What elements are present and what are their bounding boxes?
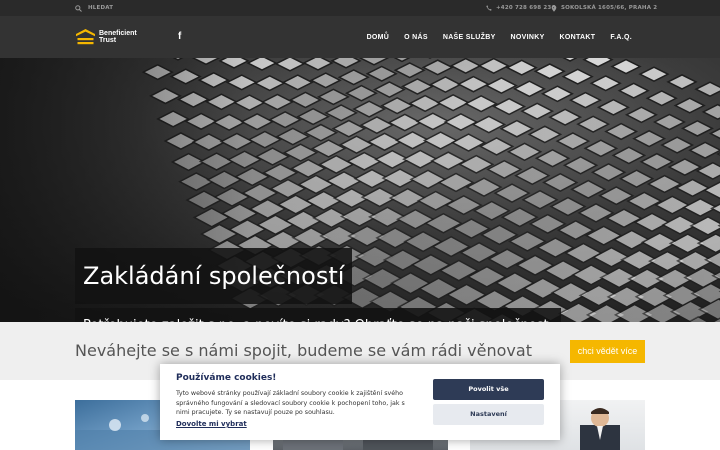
- phone-number: +420 728 698 236: [496, 5, 556, 11]
- cookie-choose-link[interactable]: Dovolte mi vybrat: [176, 420, 247, 428]
- learn-more-button[interactable]: chci vědět více: [570, 340, 645, 363]
- cookie-settings-button[interactable]: Nastavení: [433, 404, 544, 425]
- map-pin-icon: [551, 4, 557, 12]
- contact-strip-text: Neváhejte se s námi spojit, budeme se vá…: [75, 341, 532, 360]
- facebook-icon[interactable]: f: [178, 31, 186, 43]
- cookie-title: Používáme cookies!: [176, 373, 277, 383]
- nav-home[interactable]: DOMŮ: [361, 34, 396, 41]
- address-contact: SOKOLSKÁ 1605/66, PRAHA 2: [551, 0, 657, 16]
- logo-line-1: Beneficient: [99, 30, 137, 37]
- search-label: HLEDAT: [88, 5, 114, 11]
- nav-contact[interactable]: KONTAKT: [554, 34, 602, 41]
- allow-all-button[interactable]: Povolit vše: [433, 379, 544, 400]
- phone-icon: [486, 5, 492, 11]
- hero-title: Zakládání společností: [75, 248, 353, 304]
- page: HLEDAT +420 728 698 236 SOKOLSKÁ 1605/66…: [0, 0, 720, 450]
- logo-line-2: Trust: [99, 37, 117, 44]
- logo-mark-icon: [76, 28, 95, 44]
- main-nav: DOMŮ O NÁS NAŠE SLUŽBY NOVINKY KONTAKT F…: [361, 16, 638, 58]
- cookie-description: Tyto webové stránky používají základní s…: [176, 390, 405, 416]
- nav-services[interactable]: NAŠE SLUŽBY: [437, 34, 502, 41]
- search-trigger[interactable]: HLEDAT: [75, 0, 113, 16]
- nav-news[interactable]: NOVINKY: [505, 34, 551, 41]
- search-icon: [75, 4, 82, 12]
- cookie-consent-dialog: Používáme cookies! Tyto webové stránky p…: [160, 364, 560, 440]
- nav-about[interactable]: O NÁS: [398, 34, 434, 41]
- hero-subtitle: Potřebujete založit s.r.o. a nevíte si r…: [75, 308, 561, 322]
- logo[interactable]: Beneficient Trust: [76, 27, 137, 47]
- nav-faq[interactable]: F.A.Q.: [604, 34, 638, 41]
- top-info-bar: HLEDAT +420 728 698 236 SOKOLSKÁ 1605/66…: [0, 0, 720, 16]
- site-header: Beneficient Trust f DOMŮ O NÁS NAŠE SLUŽ…: [0, 16, 720, 58]
- hero-banner: Zakládání společností Potřebujete založi…: [0, 58, 720, 322]
- address-text: SOKOLSKÁ 1605/66, PRAHA 2: [561, 5, 658, 11]
- phone-contact[interactable]: +420 728 698 236: [486, 0, 555, 16]
